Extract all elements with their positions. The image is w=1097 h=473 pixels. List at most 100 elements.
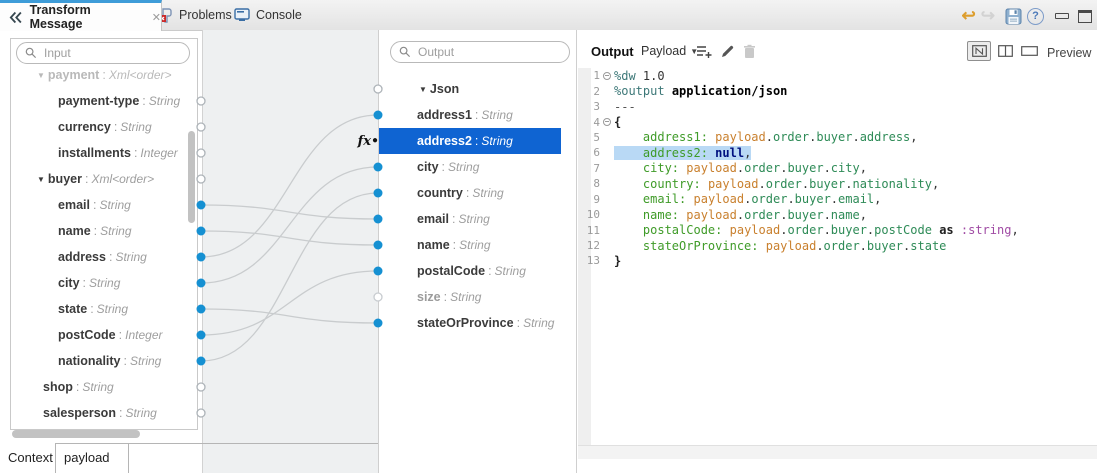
minimize-icon[interactable] [1055,13,1069,19]
tab-transform-message[interactable]: Transform Message ✕ [0,0,162,31]
input-search[interactable] [16,42,190,64]
output-tree-row[interactable]: country:String [378,180,615,206]
tab-problems[interactable]: Problems [158,0,232,30]
console-icon [234,8,250,22]
code-text: name: payload.order.buyer.name, [614,208,867,222]
output-tree-row[interactable]: address1:String [378,102,615,128]
view-toggle-columns-icon[interactable] [993,41,1017,61]
field-name: installments [58,146,131,160]
field-separator: : [475,134,478,148]
input-tree-row[interactable]: currency:String [11,114,198,140]
field-separator: : [444,290,447,304]
maximize-icon[interactable] [1078,10,1092,23]
payload-dropdown[interactable]: Payload ▼ [641,44,698,58]
code-line[interactable]: 3--- [578,99,1097,114]
bottom-tab-context[interactable]: Context [8,450,53,465]
output-search-field[interactable] [416,44,530,60]
mapping-canvas [202,30,379,473]
tree-caret-icon[interactable]: ▼ [37,175,45,184]
dataweave-icon [9,10,24,25]
input-tree-row[interactable]: postCode:Integer [11,322,198,348]
code-line[interactable]: 2%output application/json [578,83,1097,98]
input-tree-row[interactable]: ▼payment: Xml<order> [11,62,198,88]
tab-console[interactable]: Console [234,0,302,30]
input-tree-row[interactable]: nationality:String [11,348,198,374]
code-line[interactable]: 12 stateOrProvince: payload.order.buyer.… [578,238,1097,253]
editor-hscrollbar[interactable] [578,445,1097,459]
input-tree-row[interactable]: installments:Integer [11,140,198,166]
output-tree-row[interactable]: email:String [378,206,615,232]
output-tree-row[interactable]: address2:String [378,128,615,154]
field-separator: : [517,316,520,330]
input-tree-row[interactable]: name:String [11,218,198,244]
code-line[interactable]: 11 postalCode: payload.order.buyer.postC… [578,222,1097,237]
code-text: address2: null, [614,146,751,160]
input-tree-row[interactable]: ▼buyer:Xml<order> [11,166,198,192]
output-tree-row[interactable]: stateOrProvince:String [378,310,615,336]
search-icon [399,46,411,58]
save-icon[interactable] [1005,8,1022,25]
code-text: city: payload.order.buyer.city, [614,161,867,175]
field-separator: : [109,250,112,264]
input-tree-row[interactable]: shop:String [11,374,198,400]
code-line[interactable]: 9 email: payload.order.buyer.email, [578,192,1097,207]
code-text: country: payload.order.buyer.nationality… [614,177,939,191]
input-tree-row[interactable]: city:String [11,270,198,296]
input-tree-row[interactable]: salesperson:String [11,400,198,426]
output-search[interactable] [390,41,570,63]
view-toggle-split-icon[interactable] [967,41,991,61]
field-type: Xml<order> [109,68,172,82]
input-tree-row[interactable]: email:String [11,192,198,218]
view-toggle-single-icon[interactable] [1017,41,1041,61]
add-transformation-icon[interactable] [695,42,713,60]
help-icon[interactable]: ? [1027,8,1044,25]
fx-label: fx [358,134,371,149]
input-tree-row[interactable]: payment-type:String [11,88,198,114]
code-text: { [614,115,621,129]
field-name: city [58,276,80,290]
input-hscrollbar[interactable] [12,430,140,438]
input-vscrollbar[interactable] [188,131,195,223]
code-line[interactable]: 10 name: payload.order.buyer.name, [578,207,1097,222]
code-line[interactable]: 5 address1: payload.order.buyer.address, [578,130,1097,145]
output-tree-row[interactable]: ▼Json [378,76,617,102]
input-tree-row[interactable]: address:String [11,244,198,270]
input-tree-box: ▼payment:Xml<order>payment-type:Stringcu… [10,38,198,430]
output-tree-row[interactable]: city:String [378,154,615,180]
code-line[interactable]: 8 country: payload.order.buyer.nationali… [578,176,1097,191]
field-separator: : [85,172,88,186]
field-separator: : [119,406,122,420]
code-line[interactable]: 6 address2: null, [578,145,1097,160]
output-tree-row[interactable]: size:String [378,284,615,310]
field-type: Xml<order> [91,172,154,186]
input-tree-row[interactable]: state:String [11,296,198,322]
field-separator: : [102,68,105,82]
tab-label: Transform Message [30,3,144,31]
bottom-tab-payload[interactable]: payload [64,450,110,465]
field-type: String [82,380,113,394]
edit-pencil-icon[interactable] [718,42,736,60]
field-name: state [58,302,87,316]
close-icon[interactable]: ✕ [152,11,161,24]
field-separator: : [76,380,79,394]
field-name: payment [48,68,99,82]
field-name: Json [430,82,459,96]
tree-caret-icon[interactable]: ▼ [37,71,45,80]
output-tree-row[interactable]: name:String [378,232,615,258]
undo-icon[interactable]: ↩ [962,6,976,26]
output-tree-row[interactable]: postalCode:String [378,258,615,284]
input-search-field[interactable] [42,45,156,61]
redo-icon[interactable]: ↪ [981,6,995,26]
field-type: String [481,108,512,122]
delete-trash-icon[interactable] [740,42,758,60]
code-text: email: payload.order.buyer.email, [614,192,881,206]
fx-expression-marker[interactable]: fx ● [344,133,378,149]
code-line[interactable]: 1%dw 1.0 [578,68,1097,83]
transform-message-window: Problems Console Transform Message ✕ ↩ ↪ [0,0,1097,473]
code-line[interactable]: 7 city: payload.order.buyer.city, [578,161,1097,176]
preview-toggle[interactable]: Preview [1047,46,1091,60]
code-editor[interactable]: 1%dw 1.02%output application/json3---4{5… [578,68,1097,269]
code-line[interactable]: 13} [578,253,1097,268]
code-line[interactable]: 4{ [578,114,1097,129]
tree-caret-icon[interactable]: ▼ [419,85,427,94]
